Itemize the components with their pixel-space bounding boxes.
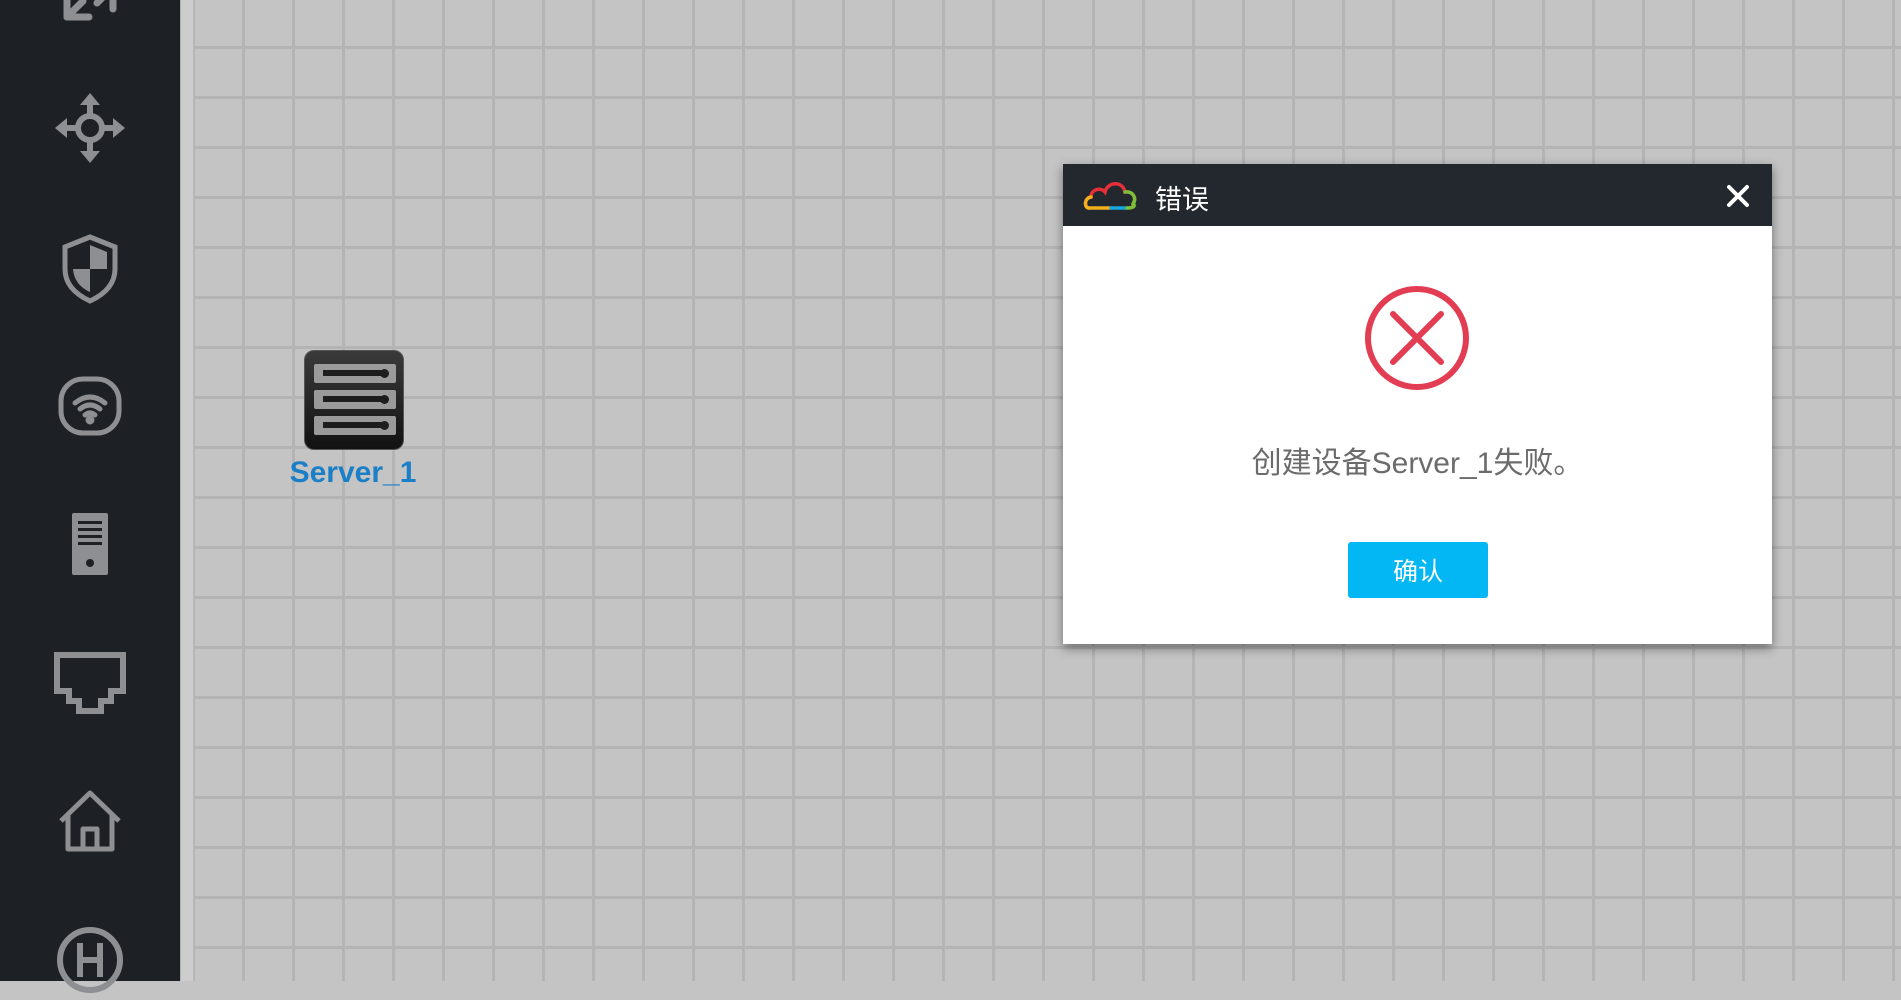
server-node[interactable]: Server_1: [288, 350, 418, 500]
dialog-header: 错误: [1063, 164, 1772, 226]
dialog-message: 创建设备Server_1失败。: [1251, 447, 1584, 480]
server-tower-icon[interactable]: [50, 504, 130, 584]
firewall-shield-icon[interactable]: [50, 228, 130, 308]
hub-icon[interactable]: [50, 920, 130, 1000]
sidebar: [0, 0, 180, 993]
dialog-title: 错误: [1155, 185, 1209, 216]
error-circle-icon: [1365, 286, 1469, 390]
wireless-router-icon[interactable]: [50, 366, 130, 446]
home-icon[interactable]: [50, 780, 130, 860]
error-dialog: 错误 创建设备Server_1失败。 确认: [1063, 164, 1772, 644]
move-arrows-icon[interactable]: [50, 88, 130, 168]
fullscreen-arrows-icon[interactable]: [50, 0, 130, 42]
cloud-logo-icon: [1083, 182, 1137, 210]
server-rack-icon: [304, 350, 404, 450]
confirm-button[interactable]: 确认: [1348, 542, 1488, 598]
ethernet-port-icon[interactable]: [50, 642, 130, 722]
sidebar-divider: [180, 0, 194, 981]
server-node-label: Server_1: [289, 456, 417, 489]
close-icon[interactable]: [1724, 182, 1752, 210]
